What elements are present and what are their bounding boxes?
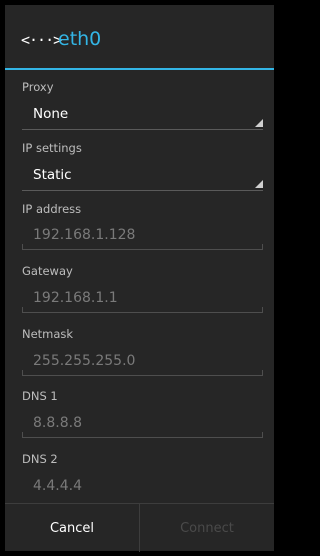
ethernet-config-dialog: <···> eth0 Proxy None IP settings Static… <box>5 5 274 552</box>
dns2-field[interactable]: 4.4.4.4 <box>33 478 82 494</box>
proxy-value: None <box>33 106 69 122</box>
ip-address-field[interactable]: 192.168.1.128 <box>33 227 135 243</box>
ip-settings-label: IP settings <box>22 141 82 155</box>
ip-address-underline <box>22 244 263 250</box>
ip-settings-underline <box>22 190 263 191</box>
gateway-label: Gateway <box>22 264 73 278</box>
ip-address-label: IP address <box>22 202 82 216</box>
spinner-arrow-icon <box>255 119 263 127</box>
proxy-underline <box>22 129 263 130</box>
netmask-field[interactable]: 255.255.255.0 <box>33 353 135 369</box>
header-divider <box>5 68 274 70</box>
connect-button[interactable]: Connect <box>139 504 274 552</box>
dns1-field[interactable]: 8.8.8.8 <box>33 415 82 431</box>
dns1-underline <box>22 432 263 438</box>
ip-settings-value: Static <box>33 167 72 183</box>
dns2-label: DNS 2 <box>22 452 58 466</box>
gateway-underline <box>22 307 263 313</box>
ethernet-icon: <···> <box>21 31 62 49</box>
gateway-field[interactable]: 192.168.1.1 <box>33 290 118 306</box>
dns1-label: DNS 1 <box>22 389 58 403</box>
dialog-title: eth0 <box>58 28 102 50</box>
proxy-label: Proxy <box>22 80 54 94</box>
cancel-button[interactable]: Cancel <box>5 504 139 552</box>
netmask-label: Netmask <box>22 327 74 341</box>
spinner-arrow-icon <box>255 180 263 188</box>
dialog-button-bar: Cancel Connect <box>5 503 274 552</box>
netmask-underline <box>22 370 263 376</box>
dialog-header: <···> eth0 <box>5 5 274 68</box>
